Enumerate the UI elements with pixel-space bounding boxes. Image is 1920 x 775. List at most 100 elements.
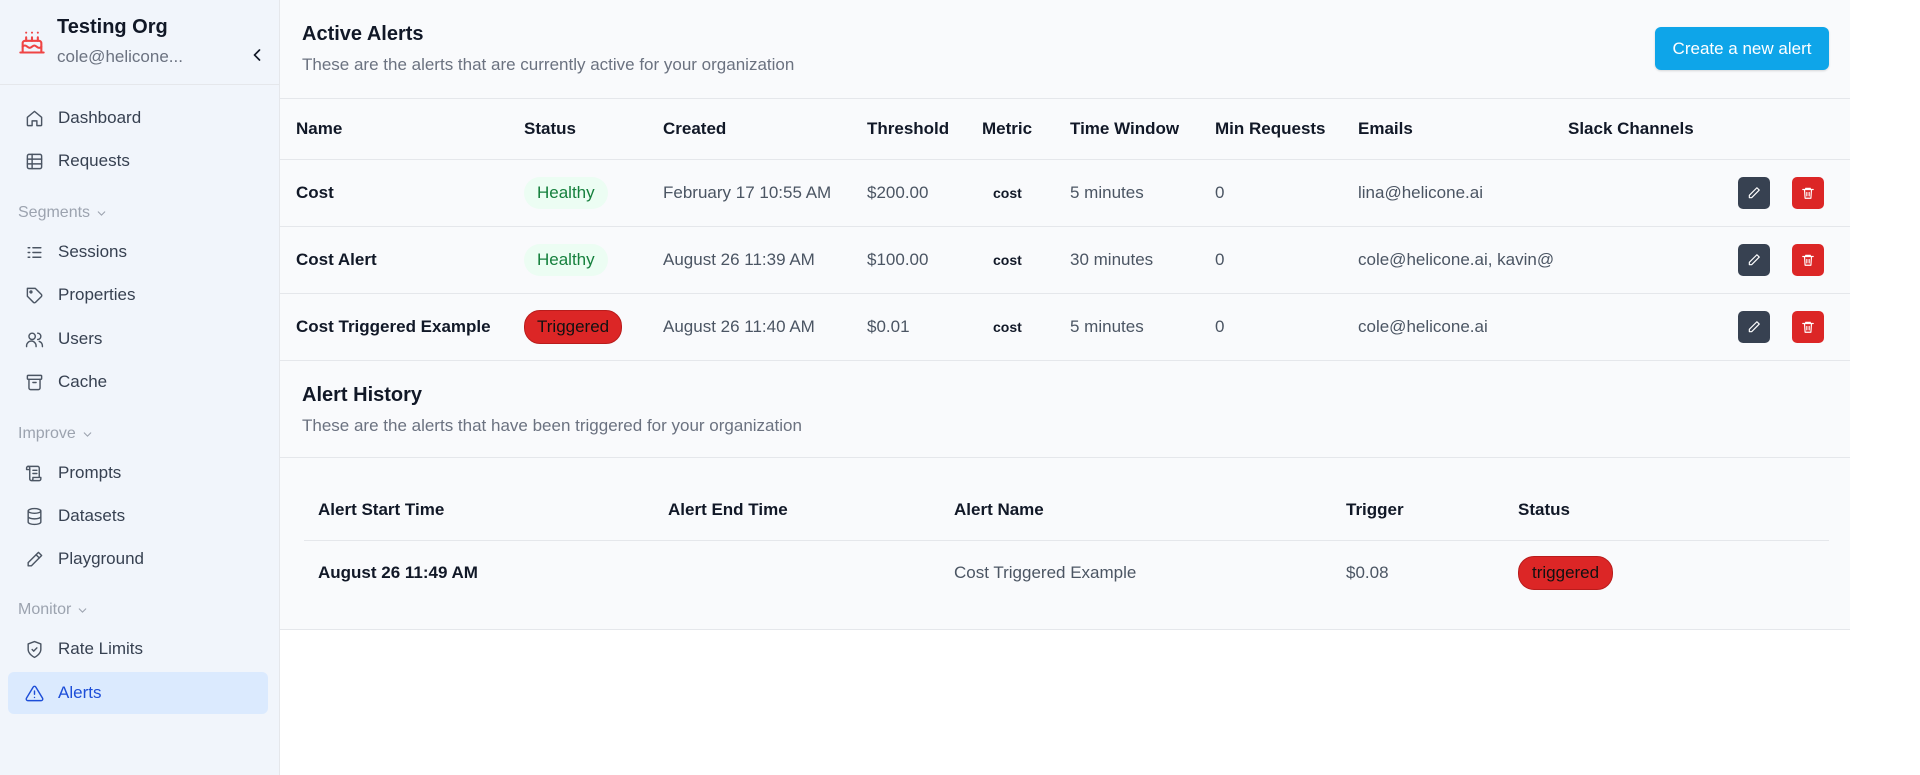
col-header-actions bbox=[1738, 99, 1850, 160]
org-switcher[interactable]: Testing Org cole@helicone... bbox=[18, 14, 268, 72]
sidebar-item-users[interactable]: Users bbox=[8, 318, 268, 360]
metric-cell: cost bbox=[982, 159, 1070, 227]
sidebar-item-dashboard[interactable]: Dashboard bbox=[8, 97, 268, 139]
alert-name-cell: Cost Triggered Example bbox=[954, 563, 1137, 583]
min-requests-cell: 0 bbox=[1215, 293, 1358, 361]
time-window-cell: 30 minutes bbox=[1070, 226, 1215, 294]
sidebar-item-label: Requests bbox=[58, 151, 130, 170]
org-email: cole@helicone... bbox=[57, 47, 183, 66]
sidebar-item-cache[interactable]: Cache bbox=[8, 361, 268, 403]
created-cell: August 26 11:40 AM bbox=[663, 293, 867, 361]
sidebar-item-datasets[interactable]: Datasets bbox=[8, 495, 268, 537]
end-time-cell bbox=[668, 540, 954, 606]
time-window-cell: 5 minutes bbox=[1070, 159, 1215, 227]
chevron-left-icon[interactable] bbox=[244, 42, 270, 68]
metric-value: cost bbox=[993, 318, 1022, 335]
section-improve[interactable]: Improve bbox=[18, 425, 94, 443]
col-header: Threshold bbox=[867, 99, 982, 160]
database-icon bbox=[24, 506, 44, 526]
col-header: Slack Channels bbox=[1568, 99, 1738, 160]
emails-cell: cole@helicone.ai bbox=[1358, 293, 1568, 361]
status-badge: Healthy bbox=[524, 243, 608, 276]
sidebar-item-label: Users bbox=[58, 329, 103, 348]
col-header: Trigger bbox=[1346, 480, 1518, 541]
alert-triangle-icon bbox=[24, 683, 44, 703]
alert-history-subtitle: These are the alerts that have been trig… bbox=[302, 416, 802, 435]
metric-value: cost bbox=[993, 251, 1022, 268]
section-label: Monitor bbox=[18, 601, 72, 618]
metric-cell: cost bbox=[982, 293, 1070, 361]
active-alerts-table: Name Status Created Threshold Metric Tim… bbox=[280, 99, 1850, 361]
alert-history-table-container: Alert Start Time Alert End Time Alert Na… bbox=[304, 480, 1829, 610]
delete-button[interactable] bbox=[1792, 243, 1824, 276]
col-header: Alert Name bbox=[954, 480, 1346, 541]
time-window-cell: 5 minutes bbox=[1070, 293, 1215, 361]
sidebar-item-label: Playground bbox=[58, 549, 145, 568]
trash-icon bbox=[1802, 254, 1814, 266]
sidebar-item-sessions[interactable]: Sessions bbox=[8, 231, 268, 273]
users-icon bbox=[24, 329, 44, 349]
section-monitor[interactable]: Monitor bbox=[18, 601, 89, 619]
col-header: Status bbox=[1518, 480, 1829, 541]
actions-cell bbox=[1738, 226, 1850, 294]
threshold-cell: $100.00 bbox=[867, 226, 982, 294]
sidebar-item-label: Alerts bbox=[58, 683, 102, 702]
chevron-down-icon bbox=[97, 210, 106, 216]
sidebar-item-label: Prompts bbox=[58, 463, 122, 482]
edit-button[interactable] bbox=[1738, 243, 1770, 276]
delete-button[interactable] bbox=[1792, 310, 1824, 343]
status-cell: Triggered bbox=[524, 293, 663, 361]
created-cell: February 17 10:55 AM bbox=[663, 159, 867, 227]
tag-icon bbox=[24, 285, 44, 305]
delete-button[interactable] bbox=[1792, 176, 1824, 209]
col-header: Time Window bbox=[1070, 99, 1215, 160]
table-row: Cost Triggered Example Triggered August … bbox=[280, 293, 1850, 361]
start-time-cell: August 26 11:49 AM bbox=[318, 563, 478, 583]
sidebar-item-playground[interactable]: Playground bbox=[8, 538, 268, 580]
status-badge: Triggered bbox=[524, 309, 623, 344]
min-requests-cell: 0 bbox=[1215, 226, 1358, 294]
status-cell: triggered bbox=[1518, 540, 1829, 606]
sidebar-item-prompts[interactable]: Prompts bbox=[8, 452, 268, 494]
status-badge: triggered bbox=[1518, 556, 1614, 591]
section-segments[interactable]: Segments bbox=[18, 204, 108, 222]
emails-cell: lina@helicone.ai bbox=[1358, 159, 1568, 227]
edit-button[interactable] bbox=[1738, 310, 1770, 343]
active-alerts-subtitle: These are the alerts that are currently … bbox=[302, 55, 795, 74]
table-header-row: Name Status Created Threshold Metric Tim… bbox=[280, 99, 1850, 160]
actions-cell bbox=[1738, 293, 1850, 361]
col-header: Name bbox=[280, 99, 524, 160]
sidebar-item-label: Properties bbox=[58, 285, 136, 304]
table-icon bbox=[24, 151, 44, 171]
sidebar-item-rate-limits[interactable]: Rate Limits bbox=[8, 628, 268, 670]
slack-cell bbox=[1568, 226, 1738, 294]
sidebar-item-properties[interactable]: Properties bbox=[8, 274, 268, 316]
edit-icon bbox=[1748, 253, 1760, 265]
create-alert-button[interactable]: Create a new alert bbox=[1655, 27, 1829, 70]
trash-icon bbox=[1802, 321, 1814, 333]
trigger-cell: $0.08 bbox=[1346, 563, 1389, 583]
edit-button[interactable] bbox=[1738, 176, 1770, 209]
threshold-cell: $200.00 bbox=[867, 159, 982, 227]
col-header: Alert Start Time bbox=[304, 480, 668, 541]
section-label: Improve bbox=[18, 425, 76, 442]
pencil-icon bbox=[24, 549, 44, 569]
metric-cell: cost bbox=[982, 226, 1070, 294]
col-header: Status bbox=[524, 99, 663, 160]
home-icon bbox=[24, 108, 44, 128]
sidebar: Testing Org cole@helicone... Dashboard R… bbox=[0, 0, 280, 775]
emails-cell: cole@helicone.ai, kavin@ bbox=[1358, 226, 1568, 294]
status-badge: Healthy bbox=[524, 176, 608, 209]
table-row: Cost Alert Healthy August 26 11:39 AM $1… bbox=[280, 226, 1850, 294]
edit-icon bbox=[1748, 186, 1760, 198]
col-header: Alert End Time bbox=[668, 480, 954, 541]
sidebar-item-label: Datasets bbox=[58, 506, 126, 525]
sidebar-divider bbox=[0, 84, 279, 85]
table-row: Cost Healthy February 17 10:55 AM $200.0… bbox=[280, 159, 1850, 227]
sidebar-item-alerts[interactable]: Alerts bbox=[8, 672, 268, 714]
sidebar-item-requests[interactable]: Requests bbox=[8, 140, 268, 182]
min-requests-cell: 0 bbox=[1215, 159, 1358, 227]
slack-cell bbox=[1568, 293, 1738, 361]
trash-icon bbox=[1802, 187, 1814, 199]
scroll-icon bbox=[24, 463, 44, 483]
